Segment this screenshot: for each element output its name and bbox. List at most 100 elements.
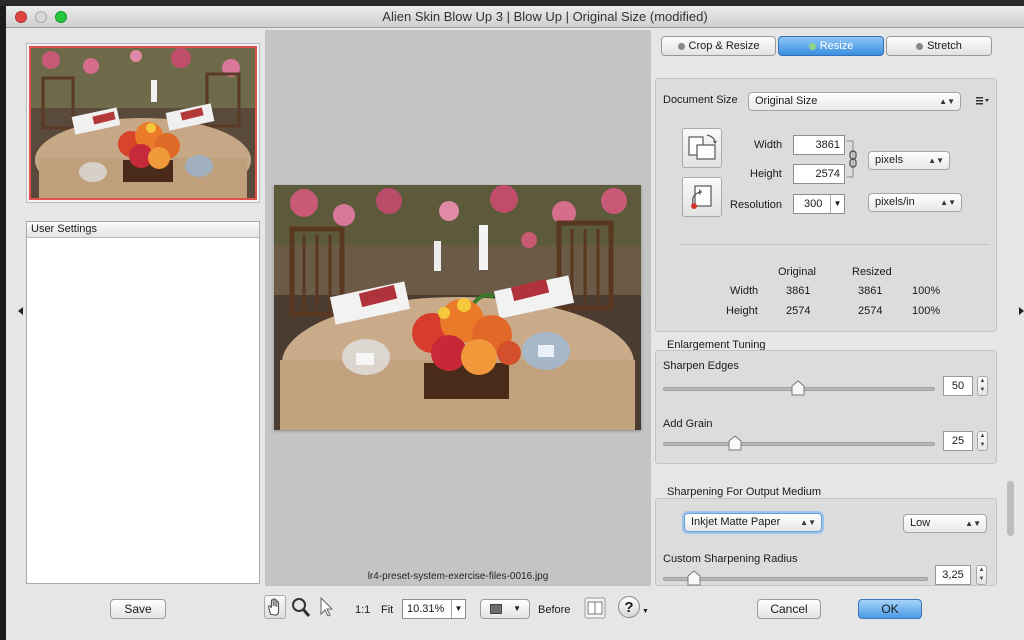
zoom-window-button[interactable] bbox=[55, 11, 67, 23]
sharpen-edges-value[interactable]: 50 bbox=[943, 376, 973, 396]
sharpening-radius-slider-thumb[interactable] bbox=[687, 570, 701, 586]
link-chain-icon[interactable] bbox=[847, 137, 859, 181]
collapse-right-arrow-icon[interactable] bbox=[1019, 307, 1024, 315]
help-menu-arrow-icon[interactable]: ▼ bbox=[642, 608, 649, 615]
cancel-button[interactable]: Cancel bbox=[757, 599, 821, 619]
sharpening-radius-stepper[interactable]: ▲ ▼ bbox=[976, 565, 987, 585]
rotate-page-icon bbox=[688, 134, 717, 160]
sharpen-edges-slider-thumb[interactable] bbox=[791, 380, 805, 396]
preview-image[interactable] bbox=[274, 185, 641, 430]
compare-height-label: Height bbox=[726, 305, 758, 317]
document-size-group: Document Size Original Size ▲▼ Width 386… bbox=[655, 78, 997, 332]
document-size-preset-value: Original Size bbox=[755, 95, 818, 107]
height-input[interactable]: 2574 bbox=[793, 164, 845, 184]
resolution-label: Resolution bbox=[730, 199, 782, 211]
thumbnail-photo bbox=[31, 48, 255, 198]
document-size-preset-select[interactable]: Original Size ▲▼ bbox=[748, 92, 961, 111]
dropdown-arrow-icon: ▼ bbox=[513, 604, 521, 613]
save-button[interactable]: Save bbox=[110, 599, 166, 619]
zoom-combo[interactable]: 10.31% ▼ bbox=[402, 599, 466, 619]
tab-stretch-label: Stretch bbox=[927, 40, 962, 52]
compare-height-percent: 100% bbox=[912, 305, 941, 317]
blow-up-window: Alien Skin Blow Up 3 | Blow Up | Origina… bbox=[6, 6, 1024, 640]
stretch-dot-icon bbox=[916, 43, 924, 50]
close-window-button[interactable] bbox=[15, 11, 27, 23]
user-settings-panel[interactable]: User Settings bbox=[26, 221, 260, 584]
preview-area[interactable]: lr4-preset-system-exercise-files-0016.jp… bbox=[265, 30, 651, 586]
add-grain-slider-thumb[interactable] bbox=[728, 435, 742, 451]
navigator-thumbnail[interactable] bbox=[29, 46, 257, 200]
output-medium-value: Inkjet Matte Paper bbox=[691, 516, 781, 528]
resolution-combo[interactable]: 300 ▼ bbox=[793, 194, 845, 214]
add-grain-slider[interactable] bbox=[663, 442, 935, 446]
reset-page-icon bbox=[691, 185, 712, 209]
sharpen-edges-label: Sharpen Edges bbox=[663, 360, 739, 372]
compare-width-percent: 100% bbox=[912, 285, 941, 297]
restore-size-button[interactable] bbox=[682, 177, 722, 217]
resolution-value: 300 bbox=[804, 198, 823, 210]
document-size-label: Document Size bbox=[663, 94, 738, 106]
settings-scrollbar[interactable] bbox=[1007, 481, 1014, 536]
add-grain-stepper[interactable]: ▲ ▼ bbox=[977, 431, 988, 451]
sharpening-amount-value: Low bbox=[910, 517, 931, 529]
tab-crop-resize[interactable]: Crop & Resize bbox=[661, 36, 776, 56]
dropdown-arrow-icon[interactable]: ▼ bbox=[451, 600, 465, 618]
list-menu-icon[interactable] bbox=[976, 96, 990, 106]
output-sharpening-title: Sharpening For Output Medium bbox=[667, 486, 822, 498]
minimize-window-button[interactable] bbox=[35, 11, 47, 23]
sharpening-radius-slider[interactable] bbox=[663, 577, 928, 581]
navigator-panel bbox=[26, 43, 260, 203]
actual-size-button[interactable]: 1:1 bbox=[355, 604, 370, 616]
resolution-unit-select[interactable]: pixels/in ▲▼ bbox=[868, 193, 962, 212]
size-unit-value: pixels bbox=[875, 154, 904, 166]
width-input[interactable]: 3861 bbox=[793, 135, 845, 155]
zoom-tool-icon[interactable] bbox=[290, 595, 312, 619]
compare-width-resized: 3861 bbox=[858, 285, 883, 297]
updown-arrows-icon: ▲▼ bbox=[928, 156, 944, 165]
preview-photo bbox=[274, 185, 641, 430]
compare-width-label: Width bbox=[730, 285, 759, 297]
output-sharpening-group: Inkjet Matte Paper ▲▼ Low ▲▼ Custom Sharpe… bbox=[655, 498, 997, 586]
zoom-value: 10.31% bbox=[407, 603, 445, 615]
help-icon: ? bbox=[624, 599, 634, 616]
tab-crop-resize-label: Crop & Resize bbox=[688, 40, 760, 52]
sharpening-amount-select[interactable]: Low ▲▼ bbox=[903, 514, 987, 533]
output-medium-select[interactable]: Inkjet Matte Paper ▲▼ bbox=[684, 513, 822, 532]
crop-dot-icon bbox=[677, 43, 685, 50]
split-view-icon[interactable] bbox=[584, 597, 606, 619]
sharpen-edges-stepper[interactable]: ▲ ▼ bbox=[977, 376, 988, 396]
swap-orientation-button[interactable] bbox=[682, 128, 722, 168]
resolution-unit-value: pixels/in bbox=[875, 196, 915, 208]
enlargement-tuning-group: Sharpen Edges 50 ▲ ▼ Add Grain 25 ▲ ▼ bbox=[655, 350, 997, 464]
background-color-select[interactable]: ▼ bbox=[480, 599, 530, 619]
resize-dot-icon bbox=[808, 43, 816, 50]
size-unit-select[interactable]: pixels ▲▼ bbox=[868, 151, 950, 170]
updown-arrows-icon: ▲▼ bbox=[965, 519, 981, 528]
updown-arrows-icon: ▲▼ bbox=[940, 198, 956, 207]
height-label: Height bbox=[750, 168, 782, 180]
ok-button[interactable]: OK bbox=[858, 599, 922, 619]
window-title: Alien Skin Blow Up 3 | Blow Up | Origina… bbox=[382, 9, 708, 24]
updown-arrows-icon: ▲▼ bbox=[800, 518, 816, 527]
title-bar: Alien Skin Blow Up 3 | Blow Up | Origina… bbox=[6, 6, 1024, 28]
tab-resize-label: Resize bbox=[819, 40, 854, 52]
help-button[interactable]: ? bbox=[618, 596, 640, 618]
sharpening-radius-value[interactable]: 3,25 bbox=[935, 565, 971, 585]
compare-height-original: 2574 bbox=[786, 305, 811, 317]
hand-tool-icon[interactable] bbox=[264, 595, 286, 619]
compare-width-original: 3861 bbox=[786, 285, 811, 297]
add-grain-value[interactable]: 25 bbox=[943, 431, 973, 451]
sharpening-radius-label: Custom Sharpening Radius bbox=[663, 553, 798, 565]
updown-arrows-icon: ▲▼ bbox=[939, 97, 955, 106]
fit-button[interactable]: Fit bbox=[381, 604, 393, 616]
tab-resize[interactable]: Resize bbox=[778, 36, 884, 56]
collapse-left-arrow-icon[interactable] bbox=[18, 307, 23, 315]
tab-stretch[interactable]: Stretch bbox=[886, 36, 992, 56]
compare-height-resized: 2574 bbox=[858, 305, 883, 317]
before-toggle-label[interactable]: Before bbox=[538, 604, 570, 616]
select-tool-icon[interactable] bbox=[316, 595, 338, 619]
resized-column-header: Resized bbox=[852, 266, 892, 278]
divider bbox=[680, 244, 990, 245]
width-label: Width bbox=[754, 139, 783, 151]
dropdown-arrow-icon[interactable]: ▼ bbox=[830, 195, 844, 213]
